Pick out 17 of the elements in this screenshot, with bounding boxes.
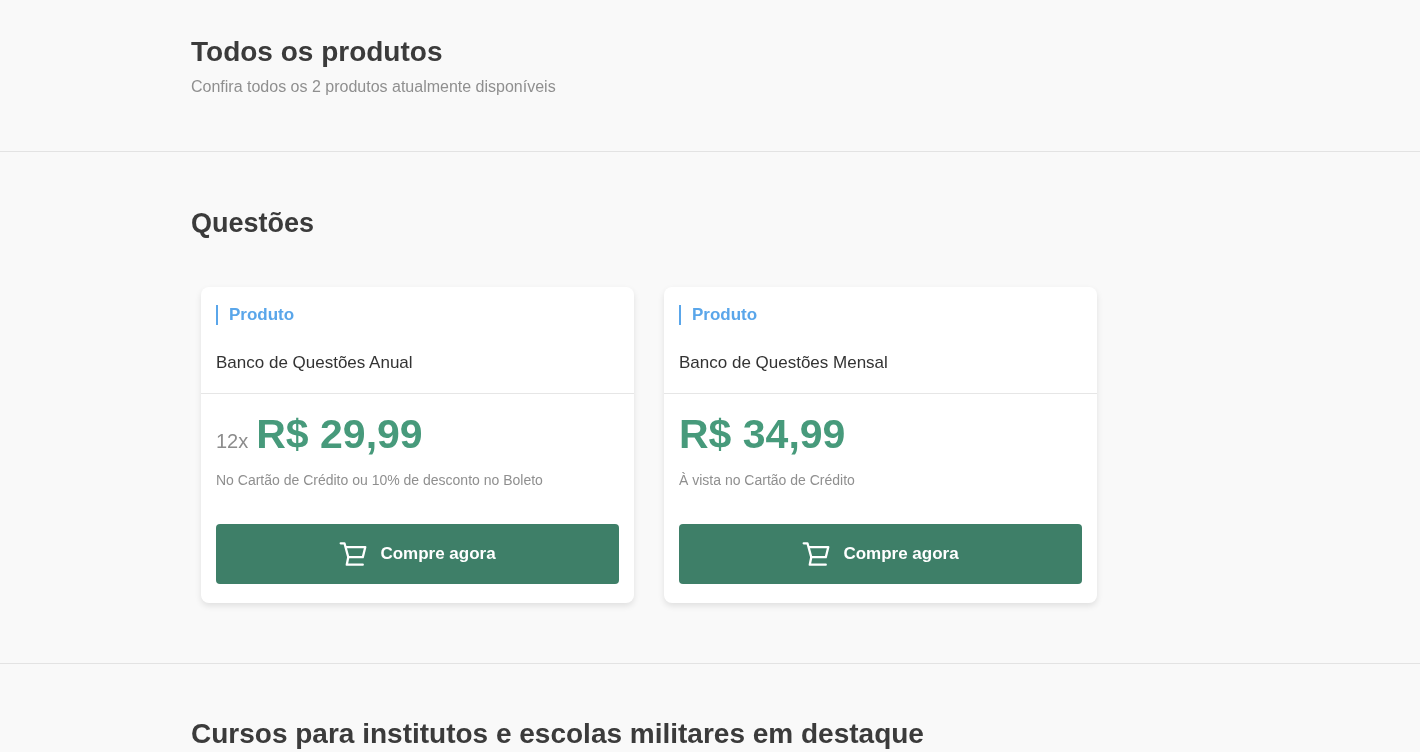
- payment-note: À vista no Cartão de Crédito: [679, 471, 855, 490]
- page-subtitle: Confira todos os 2 produtos atualmente disponíveis: [191, 77, 556, 97]
- buy-button[interactable]: Compre agora: [679, 524, 1082, 584]
- product-name: Banco de Questões Mensal: [679, 352, 888, 374]
- product-tag: Produto: [216, 305, 295, 325]
- page-title: Todos os produtos: [191, 35, 443, 69]
- section-title: Cursos para institutos e escolas militares em destaque: [191, 720, 925, 748]
- buy-button[interactable]: Compre agora: [216, 524, 619, 584]
- installments-text: 12x: [216, 429, 249, 453]
- section-title: Questões: [191, 207, 316, 239]
- payment-note: No Cartão de Crédito ou 10% de desconto no Boleto: [216, 471, 543, 490]
- cart-icon: [802, 542, 831, 566]
- price-text: R$ 29,99: [256, 410, 423, 458]
- cart-icon: [339, 542, 368, 566]
- price-text: R$ 34,99: [679, 410, 846, 458]
- product-tag: Produto: [679, 305, 758, 325]
- product-name: Banco de Questões Anual: [216, 352, 413, 374]
